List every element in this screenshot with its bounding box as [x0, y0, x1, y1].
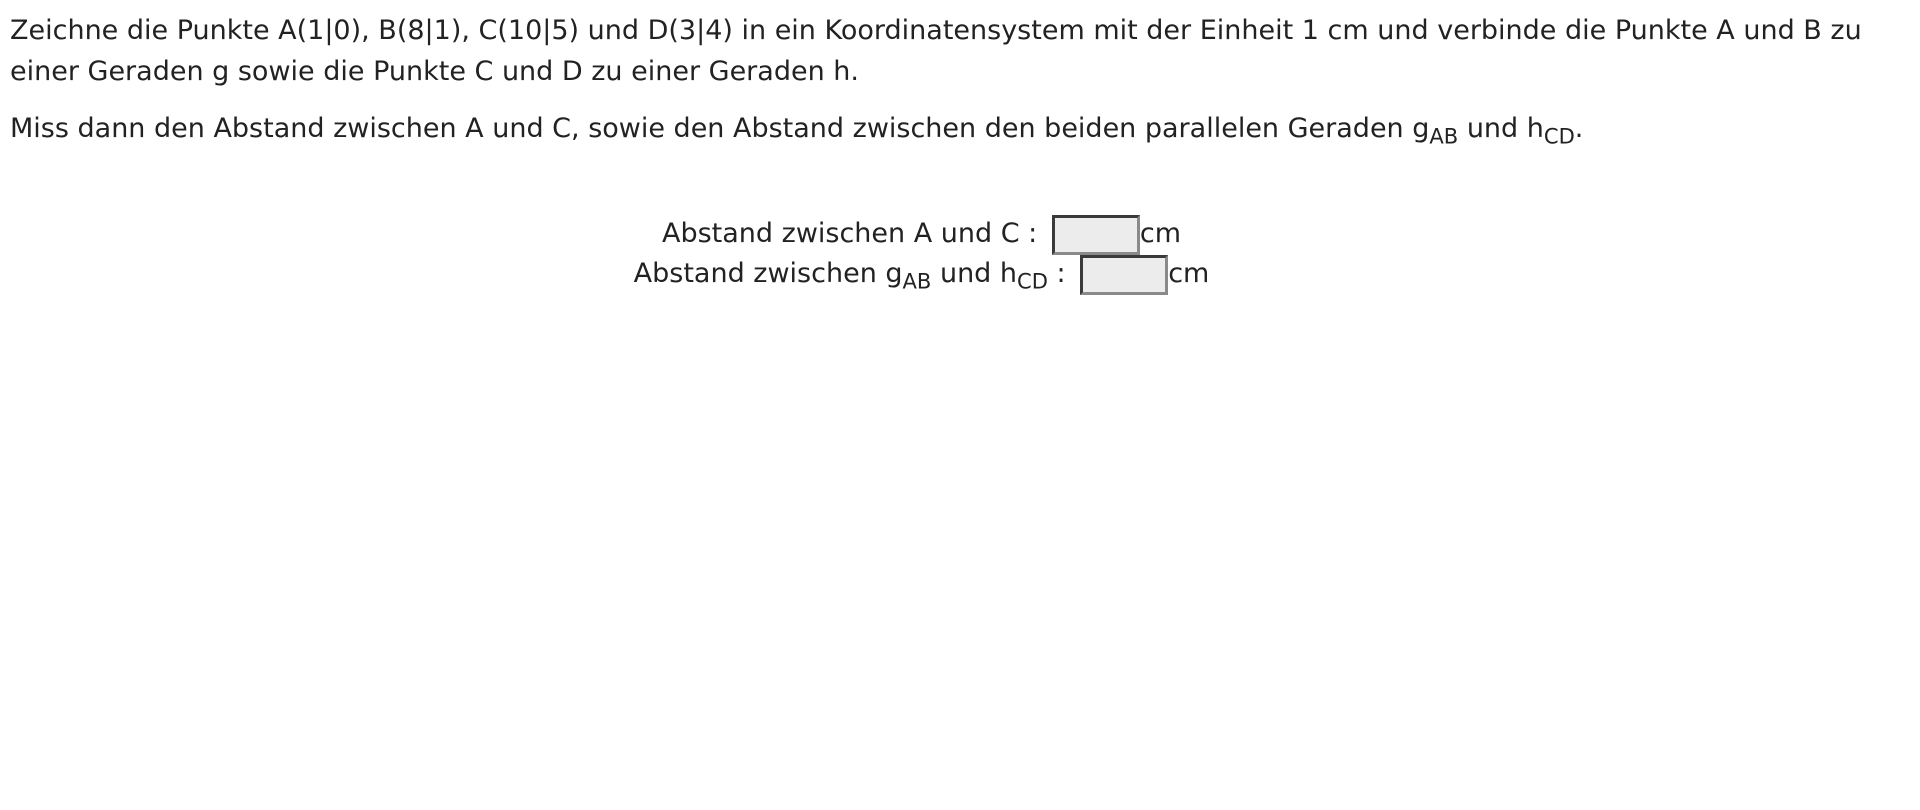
answer-form: Abstand zwischen A und C : cm Abstand zw…	[0, 214, 1843, 295]
distance-lines-unit: cm	[1168, 258, 1210, 289]
distance-ac-input[interactable]	[1051, 214, 1140, 255]
task-paragraph-2-middle: und h	[1458, 113, 1544, 144]
distance-lines-label: Abstand zwischen g	[633, 258, 903, 289]
task-paragraph-2: Miss dann den Abstand zwischen A und C, …	[10, 108, 1910, 149]
line-g-subscript: AB	[1429, 123, 1459, 149]
distance-lines-input[interactable]	[1080, 254, 1169, 295]
distance-ac-label: Abstand zwischen A und C :	[662, 218, 1046, 249]
task-paragraph-1: Zeichne die Punkte A(1|0), B(8|1), C(10|…	[10, 15, 1862, 87]
answer-row-distance-ac: Abstand zwischen A und C : cm	[0, 214, 1843, 255]
distance-ac-unit: cm	[1139, 218, 1181, 249]
line-h-subscript: CD	[1543, 123, 1575, 149]
distance-lines-sub-ab: AB	[902, 268, 932, 294]
answer-row-distance-lines: Abstand zwischen gAB und hCD : cm	[0, 254, 1843, 295]
task-paragraph-2-end: .	[1574, 113, 1584, 144]
task-paragraph-2-text: Miss dann den Abstand zwischen A und C, …	[10, 113, 1430, 144]
distance-lines-label-end: :	[1047, 258, 1075, 289]
task-text: Zeichne die Punkte A(1|0), B(8|1), C(10|…	[10, 10, 1910, 165]
distance-lines-sub-cd: CD	[1017, 268, 1048, 294]
distance-lines-label-middle: und h	[931, 258, 1018, 289]
